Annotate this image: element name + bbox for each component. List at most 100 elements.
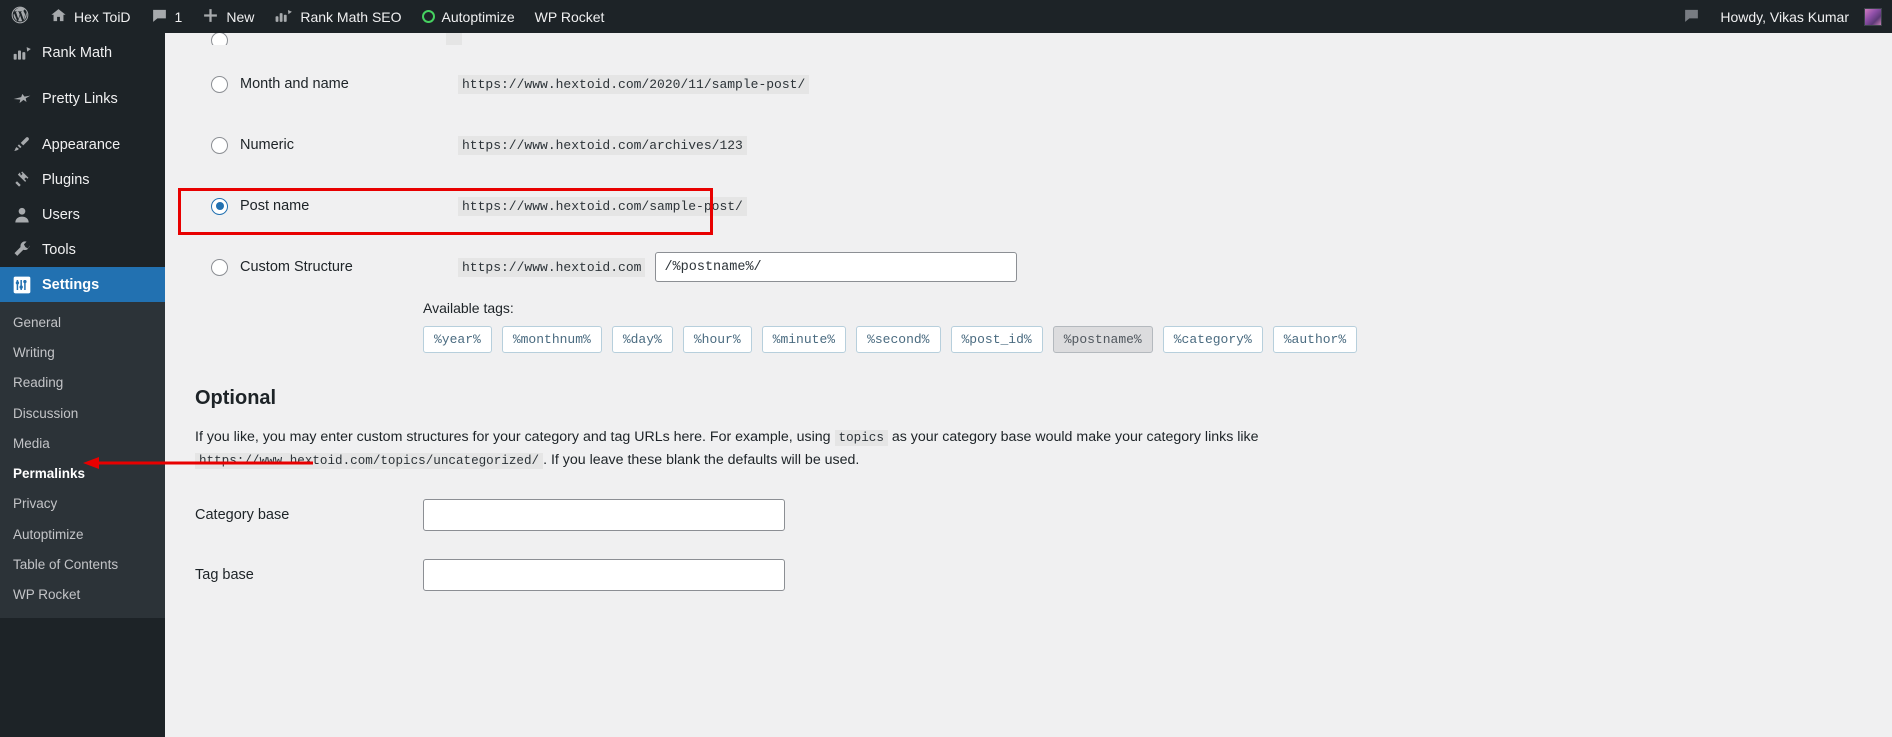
speech-bubble-icon [1683, 7, 1700, 27]
sidebar-item-appearance[interactable]: Appearance [0, 127, 165, 162]
tag-button-monthnum[interactable]: %monthnum% [501, 326, 602, 353]
autoptimize-circle-icon [421, 10, 435, 23]
tag-base-row: Tag base [187, 559, 1870, 592]
comment-bubble-icon [151, 7, 168, 27]
sidebar-item-plugins[interactable]: Plugins [0, 162, 165, 197]
rank-math-seo-menu[interactable]: Rank Math SEO [264, 0, 411, 33]
sidebar-item-label: Settings [42, 276, 100, 293]
tag-base-input[interactable] [423, 559, 785, 592]
sidebar-item-label: Tools [42, 241, 76, 258]
option-label: Post name [240, 198, 310, 214]
submenu-label: Reading [13, 375, 64, 391]
sidebar-item-label: Appearance [42, 136, 121, 153]
rank-math-seo-label: Rank Math SEO [300, 8, 402, 25]
optional-desc-code1: topics [834, 430, 888, 446]
tag-button-postname[interactable]: %postname% [1052, 326, 1153, 353]
tag-button-day[interactable]: %day% [611, 326, 673, 353]
pretty-links-icon [12, 89, 32, 109]
appearance-brush-icon [12, 135, 32, 155]
permalink-settings-content: Month and name https://www.hextoid.com/2… [165, 33, 1892, 737]
sidebar-item-table-of-contents[interactable]: Table of Contents [0, 550, 165, 580]
clipped-url [446, 33, 462, 45]
wordpress-logo-icon [10, 5, 30, 28]
sidebar-item-label: Plugins [42, 171, 90, 188]
available-tags-row: %year% %monthnum% %day% %hour% %minute% … [187, 326, 1870, 353]
wp-rocket-menu[interactable]: WP Rocket [525, 0, 615, 33]
sidebar-item-settings[interactable]: Settings [0, 267, 173, 302]
clipped-option-row [187, 33, 1870, 45]
rank-math-icon [12, 43, 32, 63]
sidebar-item-label: Rank Math [42, 44, 113, 61]
users-icon [12, 205, 32, 225]
custom-structure-input[interactable]: /%postname%/ [655, 252, 1018, 282]
sidebar-item-privacy[interactable]: Privacy [0, 489, 165, 519]
optional-desc-part2: as your category base would make your ca… [891, 429, 1259, 445]
radio-clipped[interactable] [211, 33, 228, 45]
submenu-label: General [13, 315, 62, 330]
tag-button-second[interactable]: %second% [856, 326, 941, 353]
submenu-label: Autoptimize [13, 526, 84, 542]
site-name-label: Hex ToiD [74, 8, 131, 25]
comments-menu[interactable]: 1 [141, 0, 193, 33]
submenu-label: WP Rocket [13, 586, 81, 602]
submenu-label: Table of Contents [13, 556, 119, 572]
permalink-option-custom-structure[interactable]: Custom Structure https://www.hextoid.com… [187, 246, 1870, 288]
permalink-option-numeric[interactable]: Numeric https://www.hextoid.com/archives… [187, 124, 1870, 166]
avatar [1864, 7, 1882, 26]
wordpress-logo-menu[interactable] [0, 0, 40, 33]
admin-bar-right: Howdy, Vikas Kumar [1673, 0, 1892, 33]
sidebar-item-pretty-links[interactable]: Pretty Links [0, 81, 165, 116]
site-name-menu[interactable]: Hex ToiD [40, 0, 141, 33]
tag-button-author[interactable]: %author% [1272, 326, 1358, 353]
sidebar-item-reading[interactable]: Reading [0, 368, 165, 398]
sidebar-item-tools[interactable]: Tools [0, 232, 165, 267]
option-label: Numeric [240, 137, 294, 153]
option-url-example: https://www.hextoid.com/archives/123 [458, 135, 747, 155]
option-url-example: https://www.hextoid.com/2020/11/sample-p… [458, 74, 810, 94]
option-label: Custom Structure [240, 259, 353, 275]
howdy-label: Howdy, Vikas Kumar [1720, 8, 1849, 25]
available-tags-label: Available tags: [423, 300, 514, 316]
permalink-option-month-and-name[interactable]: Month and name https://www.hextoid.com/2… [187, 63, 1870, 105]
admin-sidebar: Rank Math Pretty Links Appearance Plugin… [0, 33, 173, 737]
tag-button-category[interactable]: %category% [1162, 326, 1263, 353]
tag-button-year[interactable]: %year% [423, 326, 492, 353]
tools-wrench-icon [12, 240, 32, 260]
autoptimize-label: Autoptimize [441, 8, 515, 25]
radio-custom-structure[interactable] [211, 258, 228, 276]
sidebar-item-discussion[interactable]: Discussion [0, 399, 165, 429]
tag-button-hour[interactable]: %hour% [682, 326, 752, 353]
category-base-input[interactable] [423, 499, 785, 532]
rank-math-icon [274, 7, 293, 27]
tag-button-minute[interactable]: %minute% [761, 326, 847, 353]
notifications-menu[interactable] [1673, 0, 1710, 33]
radio-numeric[interactable] [211, 136, 228, 154]
admin-bar: Hex ToiD 1 New Rank Math SEO Autoptimize… [0, 0, 1892, 33]
sidebar-item-writing[interactable]: Writing [0, 338, 165, 368]
tag-base-label: Tag base [195, 567, 254, 584]
sidebar-item-autoptimize[interactable]: Autoptimize [0, 520, 165, 550]
optional-description: If you like, you may enter custom struct… [187, 426, 1562, 471]
new-content-label: New [226, 8, 255, 25]
sidebar-item-general[interactable]: General [0, 308, 165, 338]
my-account-menu[interactable]: Howdy, Vikas Kumar [1710, 0, 1892, 33]
sidebar-item-label: Pretty Links [42, 90, 118, 107]
radio-post-name[interactable] [211, 197, 228, 215]
sidebar-item-rank-math[interactable]: Rank Math [0, 35, 165, 70]
home-icon [50, 7, 67, 27]
sidebar-item-wp-rocket[interactable]: WP Rocket [0, 580, 165, 610]
sidebar-item-users[interactable]: Users [0, 197, 165, 232]
wp-rocket-label: WP Rocket [534, 8, 605, 25]
autoptimize-menu[interactable]: Autoptimize [412, 0, 525, 33]
permalinks-annotation-arrow [83, 457, 313, 469]
submenu-label: Media [13, 435, 50, 451]
settings-sliders-icon [12, 275, 32, 295]
radio-month-and-name[interactable] [211, 75, 228, 93]
category-base-row: Category base [187, 499, 1870, 532]
submenu-label: Discussion [13, 405, 79, 421]
new-content-menu[interactable]: New [192, 0, 264, 33]
category-base-label: Category base [195, 507, 290, 524]
permalink-option-post-name[interactable]: Post name https://www.hextoid.com/sample… [187, 185, 1870, 227]
tag-button-post-id[interactable]: %post_id% [950, 326, 1043, 353]
optional-section-heading: Optional [195, 387, 277, 409]
